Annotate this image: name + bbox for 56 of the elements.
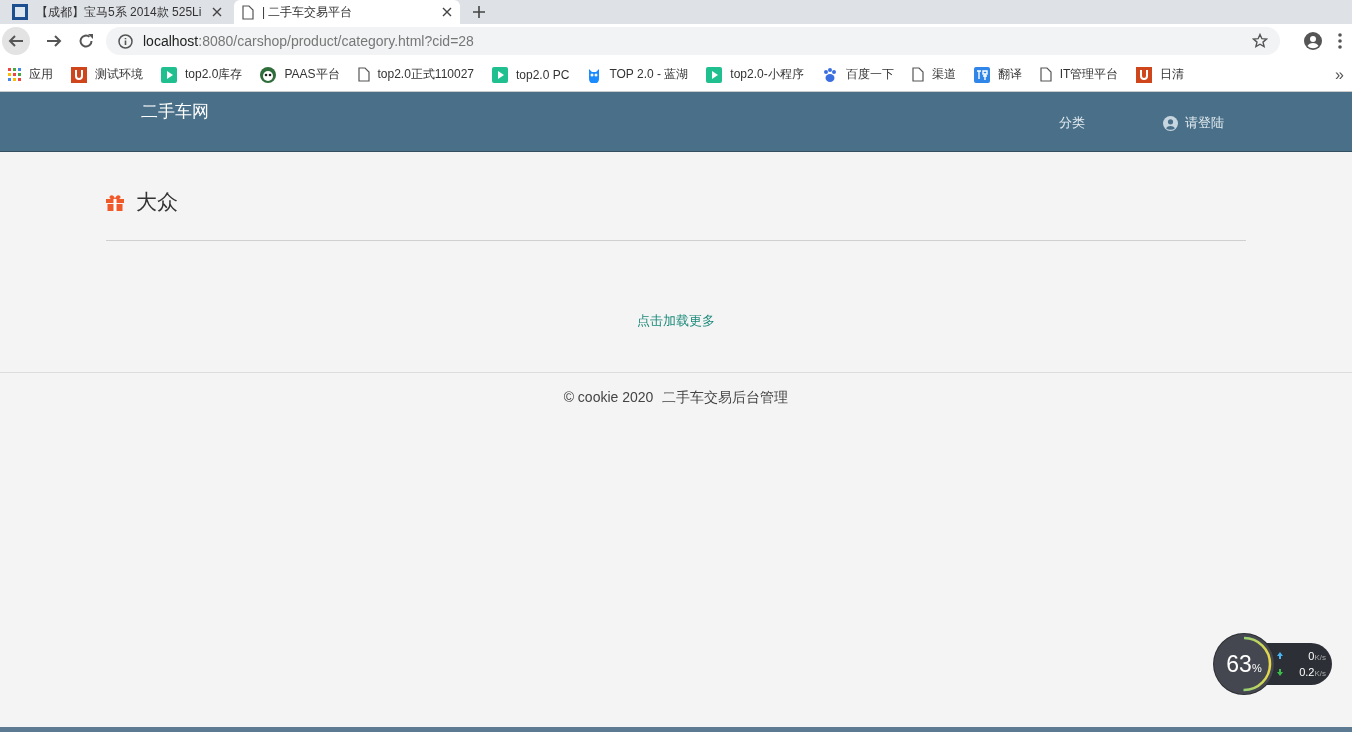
- close-icon[interactable]: [442, 7, 452, 17]
- bookmark[interactable]: 应用: [8, 66, 53, 83]
- close-icon[interactable]: [212, 7, 222, 17]
- info-icon[interactable]: [118, 33, 133, 49]
- cpu-meter: 63%: [1214, 634, 1274, 694]
- bookmark[interactable]: top2.0库存: [161, 66, 243, 83]
- category-title: 大众: [136, 189, 178, 215]
- nav-link[interactable]: 分类: [1059, 114, 1085, 132]
- play-icon: [706, 66, 723, 83]
- upload-arrow-icon: [1276, 651, 1284, 661]
- translate-icon: [973, 66, 990, 83]
- bookmark[interactable]: top2.0-小程序: [706, 66, 804, 83]
- page-icon: [242, 4, 254, 20]
- more-bookmarks-button[interactable]: »: [1335, 65, 1344, 84]
- speed-reading: 0K/s: [1307, 650, 1326, 662]
- page-icon: [1039, 67, 1052, 82]
- bookmark[interactable]: PAAS平台: [260, 66, 340, 83]
- bookmark[interactable]: top2.0 PC: [492, 66, 570, 83]
- speed-reading: 0.2K/s: [1298, 666, 1326, 678]
- bookmark[interactable]: 日清: [1136, 66, 1185, 83]
- bookmark[interactable]: top2.0正式110027: [357, 66, 474, 83]
- reload-icon[interactable]: [78, 33, 94, 49]
- paw-icon: [821, 66, 838, 83]
- bookmark[interactable]: 渠道: [911, 66, 956, 83]
- site-icon: [12, 4, 28, 20]
- star-icon[interactable]: [1252, 33, 1268, 49]
- tab-title: 【成都】宝马5系 2014款 525Li: [36, 3, 203, 21]
- profile-icon[interactable]: [1304, 32, 1322, 50]
- site-logo[interactable]: 二手车网: [141, 100, 209, 123]
- new-tab-icon[interactable]: [472, 5, 486, 19]
- play-icon: [492, 66, 508, 83]
- nav-link[interactable]: 请登陆: [1163, 114, 1224, 132]
- bookmark[interactable]: IT管理平台: [1039, 66, 1119, 83]
- panda-icon: [260, 66, 277, 83]
- forward-icon[interactable]: [46, 33, 62, 49]
- download-arrow-icon: [1276, 667, 1284, 677]
- page-icon: [357, 67, 370, 82]
- u-logo-icon: [1136, 66, 1153, 83]
- tab-title: | 二手车交易平台: [262, 3, 354, 21]
- bookmark[interactable]: TOP 2.0 - 蓝湖: [587, 66, 689, 83]
- bookmark[interactable]: 翻译: [973, 66, 1022, 83]
- bookmark[interactable]: 百度一下: [821, 66, 894, 83]
- footer-text: © cookie 2020 二手车交易后台管理: [563, 389, 789, 407]
- back-icon[interactable]: [2, 27, 30, 55]
- url-text: localhost:8080/carshop/product/category.html?cid=28: [143, 33, 474, 49]
- page-icon: [911, 67, 924, 82]
- bookmark[interactable]: 测试环境: [71, 66, 143, 83]
- u-logo-icon: [71, 66, 87, 83]
- address-bar[interactable]: localhost:8080/carshop/product/category.html?cid=28: [106, 27, 1280, 55]
- load-more-link[interactable]: 点击加载更多: [637, 312, 715, 330]
- apps-grid-icon: [8, 68, 21, 81]
- user-icon: [1163, 115, 1178, 131]
- play-icon: [161, 66, 177, 83]
- gift-icon: [106, 193, 124, 211]
- menu-icon[interactable]: [1338, 33, 1342, 49]
- browser-tab[interactable]: | 二手车交易平台: [234, 0, 460, 24]
